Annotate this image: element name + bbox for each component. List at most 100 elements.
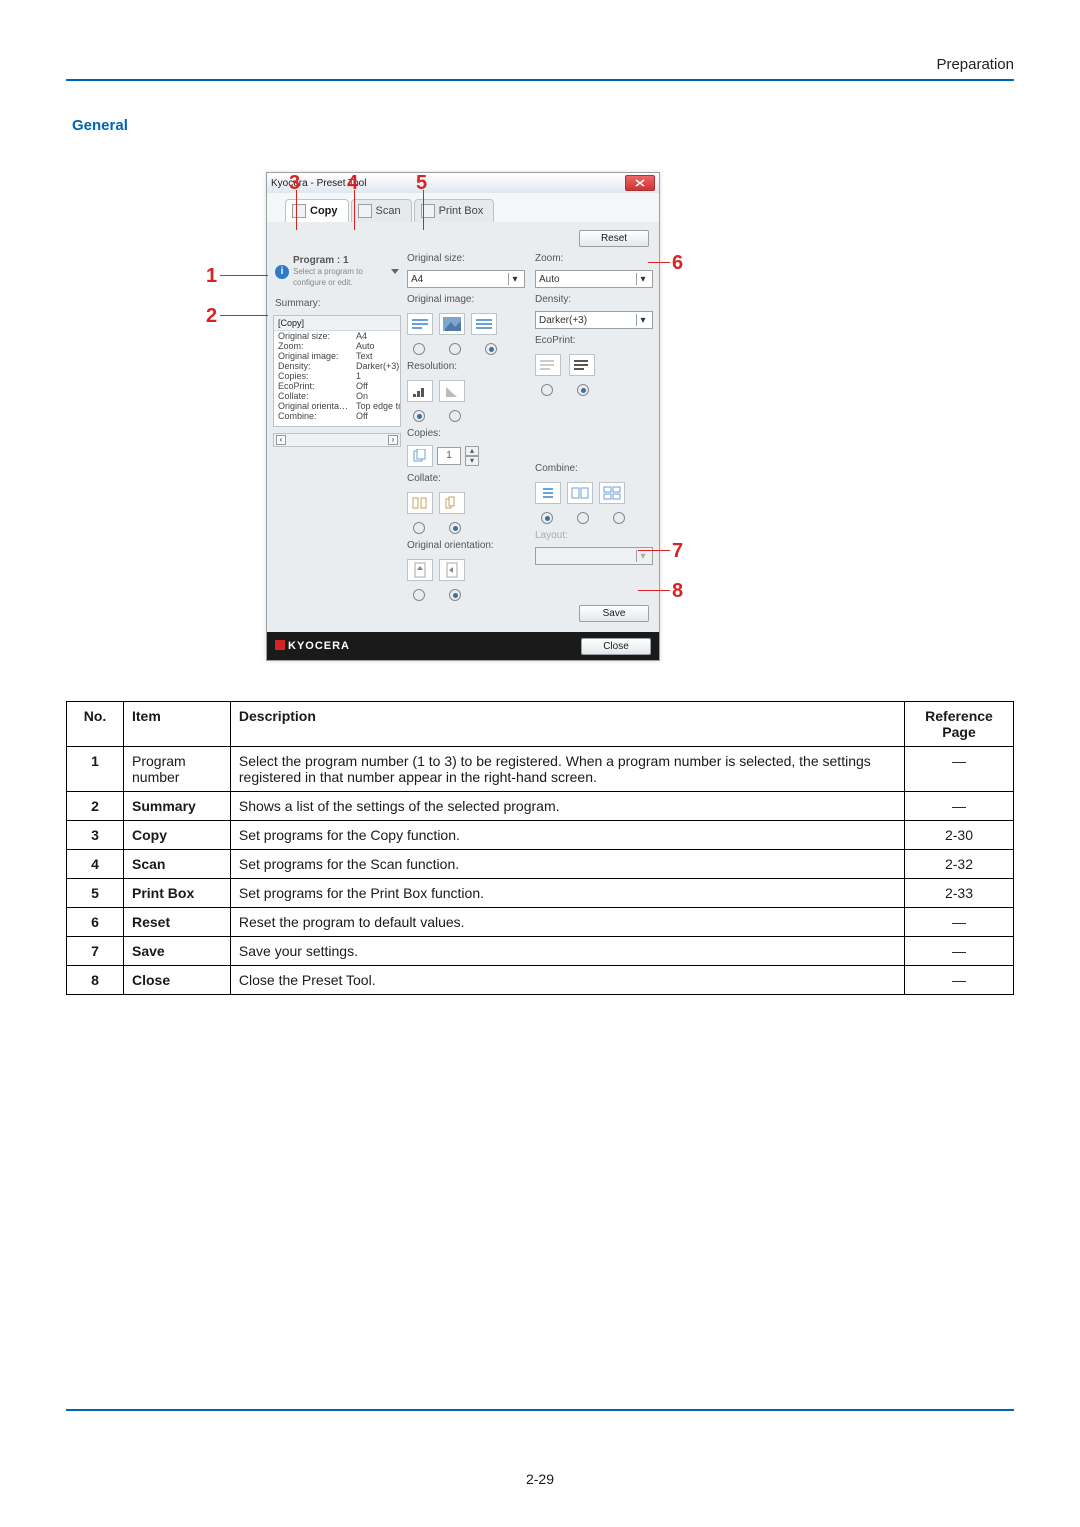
radio-selected[interactable] bbox=[449, 589, 461, 601]
zoom-label: Zoom: bbox=[535, 253, 653, 264]
orient-left[interactable] bbox=[439, 559, 465, 581]
summary-key: Density: bbox=[274, 361, 352, 371]
density-label: Density: bbox=[535, 294, 653, 305]
summary-table: Original size:A4 Zoom:Auto Original imag… bbox=[274, 331, 401, 421]
cell: 6 bbox=[67, 908, 124, 937]
select-value: Darker(+3) bbox=[539, 315, 587, 326]
res-option-high[interactable] bbox=[439, 380, 465, 402]
summary-key: Zoom: bbox=[274, 341, 352, 351]
cell: — bbox=[905, 908, 1014, 937]
cell: 8 bbox=[67, 966, 124, 995]
reset-button[interactable]: Reset bbox=[579, 230, 649, 247]
page-header: Preparation bbox=[66, 56, 1014, 79]
eco-off[interactable] bbox=[535, 354, 561, 376]
orientation-options bbox=[407, 559, 525, 581]
radio[interactable] bbox=[577, 512, 589, 524]
radio[interactable] bbox=[413, 522, 425, 534]
img-option-photo[interactable] bbox=[439, 313, 465, 335]
cell: 2-33 bbox=[905, 879, 1014, 908]
cell: Set programs for the Print Box function. bbox=[230, 879, 904, 908]
figure: 3 4 5 1 2 6 7 8 Kyocera - Preset Tool Co… bbox=[220, 172, 860, 661]
cell: Select the program number (1 to 3) to be… bbox=[230, 747, 904, 792]
summary-label: Summary: bbox=[275, 298, 401, 309]
copies-label: Copies: bbox=[407, 428, 525, 439]
img-option-text[interactable] bbox=[407, 313, 433, 335]
window-title: Kyocera - Preset Tool bbox=[271, 178, 621, 189]
radio[interactable] bbox=[613, 512, 625, 524]
close-window-button[interactable] bbox=[625, 175, 655, 191]
zoom-select[interactable]: Auto▾ bbox=[535, 270, 653, 288]
th-no: No. bbox=[67, 702, 124, 747]
eco-on[interactable] bbox=[569, 354, 595, 376]
step-up[interactable]: ▴ bbox=[465, 446, 479, 456]
close-icon bbox=[635, 179, 645, 187]
combine-off[interactable] bbox=[535, 482, 561, 504]
original-size-select[interactable]: A4▾ bbox=[407, 270, 525, 288]
summary-key: Collate: bbox=[274, 391, 352, 401]
collate-off[interactable] bbox=[407, 492, 433, 514]
tab-printbox[interactable]: Print Box bbox=[414, 199, 495, 222]
cell: Set programs for the Scan function. bbox=[230, 850, 904, 879]
layout-label: Layout: bbox=[535, 530, 653, 541]
combine-label: Combine: bbox=[535, 463, 653, 474]
radio[interactable] bbox=[413, 589, 425, 601]
tabstrip: Copy Scan Print Box bbox=[267, 193, 659, 222]
callout-1: 1 bbox=[206, 265, 217, 288]
collate-options bbox=[407, 492, 525, 514]
save-button[interactable]: Save bbox=[579, 605, 649, 622]
res-option-low[interactable] bbox=[407, 380, 433, 402]
callout-6: 6 bbox=[672, 252, 683, 275]
radio-selected[interactable] bbox=[413, 410, 425, 422]
cell: Print Box bbox=[124, 879, 231, 908]
radio-selected[interactable] bbox=[449, 522, 461, 534]
table-row: 4ScanSet programs for the Scan function.… bbox=[67, 850, 1014, 879]
density-select[interactable]: Darker(+3) ▾ bbox=[535, 311, 653, 329]
table-row: 5Print BoxSet programs for the Print Box… bbox=[67, 879, 1014, 908]
scroll-left-icon[interactable]: ‹ bbox=[276, 435, 286, 445]
radio[interactable] bbox=[413, 343, 425, 355]
summary-val: Darker(+3) bbox=[352, 361, 401, 371]
copies-value[interactable]: 1 bbox=[437, 447, 461, 465]
cell: 2-30 bbox=[905, 821, 1014, 850]
summary-val: Off bbox=[352, 381, 401, 391]
tab-scan[interactable]: Scan bbox=[351, 199, 412, 222]
program-selector[interactable]: i Program : 1 Select a program to config… bbox=[273, 253, 401, 290]
orientation-label: Original orientation: bbox=[407, 540, 525, 551]
orient-top[interactable] bbox=[407, 559, 433, 581]
chevron-down-icon: ▾ bbox=[636, 314, 649, 326]
radio-selected[interactable] bbox=[577, 384, 589, 396]
tab-copy[interactable]: Copy bbox=[285, 199, 349, 222]
titlebar[interactable]: Kyocera - Preset Tool bbox=[267, 173, 659, 193]
program-header: Program : 1 bbox=[293, 255, 349, 266]
summary-box: [Copy] Original size:A4 Zoom:Auto Origin… bbox=[273, 315, 401, 427]
collate-on[interactable] bbox=[439, 492, 465, 514]
radio[interactable] bbox=[541, 384, 553, 396]
summary-key: Original size: bbox=[274, 331, 352, 341]
cell: 4 bbox=[67, 850, 124, 879]
select-value: A4 bbox=[411, 274, 423, 285]
cell: Summary bbox=[124, 792, 231, 821]
radio[interactable] bbox=[449, 343, 461, 355]
cell: 2-32 bbox=[905, 850, 1014, 879]
combine-4in1[interactable] bbox=[599, 482, 625, 504]
close-button[interactable]: Close bbox=[581, 638, 651, 655]
horizontal-scrollbar[interactable]: ‹ › bbox=[273, 433, 401, 447]
radio[interactable] bbox=[449, 410, 461, 422]
callout-7: 7 bbox=[672, 540, 683, 563]
header-rule bbox=[66, 79, 1014, 81]
radio-selected[interactable] bbox=[541, 512, 553, 524]
step-down[interactable]: ▾ bbox=[465, 456, 479, 466]
table-row: 2SummaryShows a list of the settings of … bbox=[67, 792, 1014, 821]
callout-line bbox=[220, 275, 268, 276]
chevron-down-icon: ▾ bbox=[636, 550, 649, 562]
scan-icon bbox=[358, 204, 372, 218]
scroll-right-icon[interactable]: › bbox=[388, 435, 398, 445]
summary-key: Copies: bbox=[274, 371, 352, 381]
program-hint: Select a program to configure or edit. bbox=[293, 267, 363, 287]
combine-2in1[interactable] bbox=[567, 482, 593, 504]
summary-val: Text bbox=[352, 351, 401, 361]
summary-val: 1 bbox=[352, 371, 401, 381]
img-option-textphoto[interactable] bbox=[471, 313, 497, 335]
radio-selected[interactable] bbox=[485, 343, 497, 355]
copies-stepper[interactable]: 1 ▴▾ bbox=[407, 445, 525, 467]
